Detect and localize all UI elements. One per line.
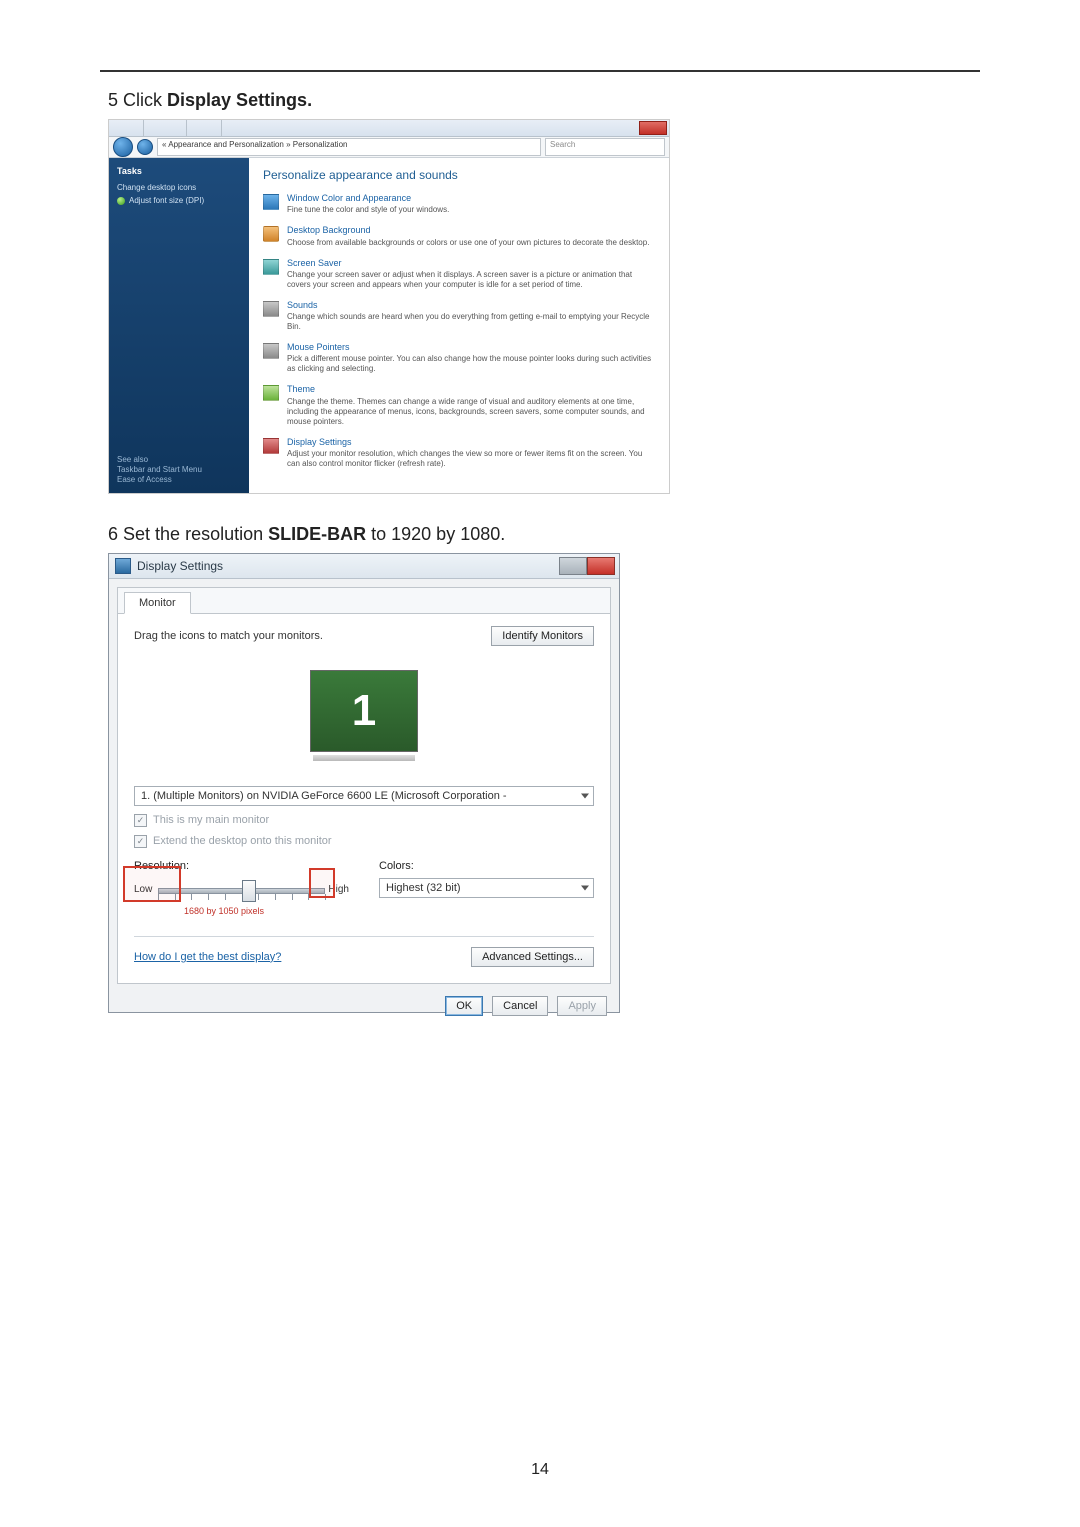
advanced-settings-button[interactable]: Advanced Settings... (471, 947, 594, 967)
search-input[interactable]: Search (545, 138, 665, 156)
seealso-item[interactable]: Ease of Access (117, 475, 202, 485)
colors-label: Colors: (379, 860, 594, 872)
personalization-window: « Appearance and Personalization » Perso… (108, 119, 670, 494)
window-color-icon (263, 194, 279, 210)
checkbox-label: This is my main monitor (153, 814, 269, 826)
drag-label: Drag the icons to match your monitors. (134, 630, 323, 642)
screen-saver-icon (263, 259, 279, 275)
colors-select[interactable]: Highest (32 bit) (379, 878, 594, 898)
display-settings-icon (263, 438, 279, 454)
slider-high-label: High (328, 884, 349, 895)
step-6-pre: Set the resolution (123, 524, 268, 544)
sidebar: Tasks Change desktop icons Adjust font s… (109, 158, 249, 493)
dialog-title: Display Settings (137, 559, 223, 573)
window-tab[interactable] (187, 120, 222, 136)
step-5-pre: Click (123, 90, 167, 110)
colors-group: Colors: Highest (32 bit) (379, 860, 594, 918)
divider (134, 936, 594, 937)
item-title: Display Settings (287, 437, 655, 448)
item-desc: Adjust your monitor resolution, which ch… (287, 449, 655, 469)
personalize-item[interactable]: Theme Change the theme. Themes can chang… (263, 384, 655, 426)
checkbox-icon: ✓ (134, 835, 147, 848)
top-rule (100, 70, 980, 72)
dialog-buttons: OK Cancel Apply (109, 992, 619, 1012)
close-button[interactable] (587, 557, 615, 575)
address-bar: « Appearance and Personalization » Perso… (109, 137, 669, 158)
seealso-item[interactable]: Taskbar and Start Menu (117, 465, 202, 475)
item-title: Window Color and Appearance (287, 193, 449, 204)
item-title: Mouse Pointers (287, 342, 655, 353)
window-tab[interactable] (109, 120, 144, 136)
monitor-select[interactable]: 1. (Multiple Monitors) on NVIDIA GeForce… (134, 786, 594, 806)
monitor-preview: 1 (138, 660, 590, 776)
step-5-bold: Display Settings. (167, 90, 312, 110)
step-5: 5 Click Display Settings. (108, 90, 980, 111)
item-desc: Change which sounds are heard when you d… (287, 312, 655, 332)
seealso-heading: See also (117, 455, 202, 465)
personalize-item[interactable]: Window Color and Appearance Fine tune th… (263, 193, 655, 215)
mouse-pointer-icon (263, 343, 279, 359)
slider-low-label: Low (134, 884, 152, 895)
item-desc: Change your screen saver or adjust when … (287, 270, 655, 290)
item-desc: Change the theme. Themes can change a wi… (287, 397, 655, 427)
resolution-readout: 1680 by 1050 pixels (184, 906, 264, 916)
identify-monitors-button[interactable]: Identify Monitors (491, 626, 594, 646)
item-title: Screen Saver (287, 258, 655, 269)
personalize-item[interactable]: Screen Saver Change your screen saver or… (263, 258, 655, 290)
forward-button[interactable] (137, 139, 153, 155)
main-monitor-checkbox: ✓ This is my main monitor (134, 814, 594, 827)
display-settings-icon (115, 558, 131, 574)
item-title: Theme (287, 384, 655, 395)
sidebar-heading: Tasks (117, 166, 241, 177)
cancel-button[interactable]: Cancel (492, 996, 548, 1016)
extend-desktop-checkbox: ✓ Extend the desktop onto this monitor (134, 835, 594, 848)
main-panel: Personalize appearance and sounds Window… (249, 158, 669, 493)
breadcrumb[interactable]: « Appearance and Personalization » Perso… (157, 138, 541, 156)
sidebar-item[interactable]: Adjust font size (DPI) (117, 196, 241, 206)
tabstrip: Monitor (118, 588, 610, 614)
checkbox-icon: ✓ (134, 814, 147, 827)
back-button[interactable] (113, 137, 133, 157)
resolution-slider[interactable]: Low High 1680 by 1050 pixels (134, 878, 349, 918)
item-title: Sounds (287, 300, 655, 311)
monitor-icon[interactable]: 1 (310, 670, 418, 752)
tab-monitor[interactable]: Monitor (124, 592, 191, 614)
display-settings-dialog: Display Settings Monitor Drag the icons … (108, 553, 620, 1013)
resolution-group: Resolution: Low High (134, 860, 349, 918)
item-desc: Choose from available backgrounds or col… (287, 238, 649, 248)
personalize-item[interactable]: Mouse Pointers Pick a different mouse po… (263, 342, 655, 374)
close-icon[interactable] (639, 121, 667, 135)
step-6: 6 Set the resolution SLIDE-BAR to 1920 b… (108, 524, 980, 545)
sidebar-item[interactable]: Change desktop icons (117, 183, 241, 193)
step-6-post: to 1920 by 1080. (366, 524, 505, 544)
monitor-number: 1 (352, 686, 376, 736)
panel-title: Personalize appearance and sounds (263, 168, 655, 183)
step-6-bold: SLIDE-BAR (268, 524, 366, 544)
checkbox-label: Extend the desktop onto this monitor (153, 835, 332, 847)
theme-icon (263, 385, 279, 401)
ok-button[interactable]: OK (445, 996, 483, 1016)
item-desc: Fine tune the color and style of your wi… (287, 205, 449, 215)
step-6-num: 6 (108, 524, 118, 544)
help-link[interactable]: How do I get the best display? (134, 951, 281, 963)
resolution-label: Resolution: (134, 860, 349, 872)
personalize-item[interactable]: Sounds Change which sounds are heard whe… (263, 300, 655, 332)
sidebar-seealso: See also Taskbar and Start Menu Ease of … (117, 455, 202, 485)
step-5-num: 5 (108, 90, 118, 110)
item-desc: Pick a different mouse pointer. You can … (287, 354, 655, 374)
item-title: Desktop Background (287, 225, 649, 236)
desktop-background-icon (263, 226, 279, 242)
slider-thumb[interactable] (242, 880, 256, 902)
sounds-icon (263, 301, 279, 317)
personalize-item[interactable]: Desktop Background Choose from available… (263, 225, 655, 247)
window-tabstrip (109, 120, 669, 137)
page-number: 14 (0, 1461, 1080, 1479)
minimize-button[interactable] (559, 557, 587, 575)
window-tab[interactable] (144, 120, 188, 136)
apply-button: Apply (557, 996, 607, 1016)
titlebar: Display Settings (109, 554, 619, 579)
personalize-item-display-settings[interactable]: Display Settings Adjust your monitor res… (263, 437, 655, 469)
